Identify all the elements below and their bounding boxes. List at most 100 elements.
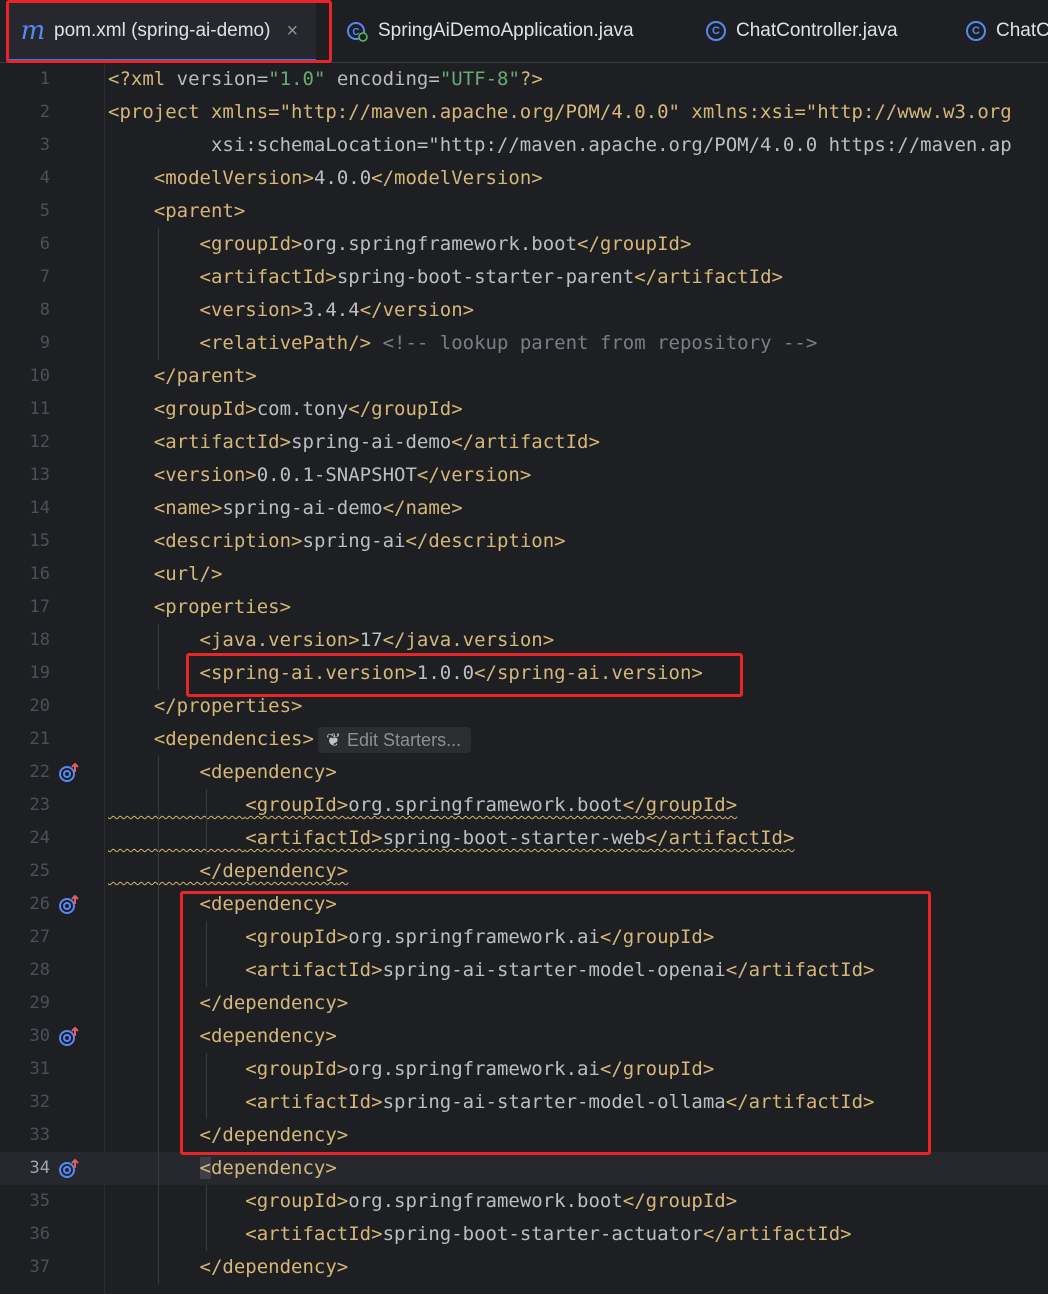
code-text: </dependency>: [199, 860, 349, 882]
code-text: <artifactId>spring-ai-starter-model-olla…: [245, 1091, 875, 1113]
code-text: <groupId>org.springframework.ai</groupId…: [245, 926, 715, 948]
line-number[interactable]: 26: [0, 888, 50, 921]
line-number[interactable]: 8: [0, 294, 50, 327]
line-number[interactable]: 19: [0, 657, 50, 690]
line-number[interactable]: 5: [0, 195, 50, 228]
tab-pom-xml[interactable]: m pom.xml (spring-ai-demo) ×: [8, 0, 317, 62]
code-text: <relativePath/> <!-- lookup parent from …: [199, 332, 818, 354]
line-number[interactable]: 16: [0, 558, 50, 591]
close-icon[interactable]: ×: [286, 20, 298, 43]
code-line[interactable]: 3 xsi:schemaLocation="http://maven.apach…: [0, 129, 1048, 162]
code-line[interactable]: 21 <dependencies> ❦ Edit Starters...: [0, 723, 1048, 756]
line-number[interactable]: 12: [0, 426, 50, 459]
line-number[interactable]: 3: [0, 129, 50, 162]
line-number[interactable]: 24: [0, 822, 50, 855]
code-line[interactable]: 4 <modelVersion>4.0.0</modelVersion>: [0, 162, 1048, 195]
code-text: <project xmlns="http://maven.apache.org/…: [108, 101, 1012, 123]
code-text: <groupId>com.tony</groupId>: [153, 398, 463, 420]
code-text: <dependencies> ❦ Edit Starters...: [108, 723, 472, 756]
line-number[interactable]: 28: [0, 954, 50, 987]
tab-label: ChatController.java: [736, 20, 898, 41]
code-line[interactable]: 14 <name>spring-ai-demo</name>: [0, 492, 1048, 525]
code-line[interactable]: 16 <url/>: [0, 558, 1048, 591]
line-number[interactable]: 27: [0, 921, 50, 954]
code-text: <dependency>: [199, 761, 337, 783]
line-number[interactable]: 17: [0, 591, 50, 624]
code-text: <dependency>: [199, 1025, 337, 1047]
line-number[interactable]: 20: [0, 690, 50, 723]
code-line[interactable]: 11 <groupId>com.tony</groupId>: [0, 393, 1048, 426]
code-text: </dependency>: [199, 992, 349, 1014]
code-text: </dependency>: [199, 1256, 349, 1278]
code-text: <version>0.0.1-SNAPSHOT</version>: [153, 464, 532, 486]
code-line[interactable]: 10 </parent>: [0, 360, 1048, 393]
line-number[interactable]: 33: [0, 1119, 50, 1152]
code-line[interactable]: 12 <artifactId>spring-ai-demo</artifactI…: [0, 426, 1048, 459]
code-text: <groupId>org.springframework.boot</group…: [199, 233, 692, 255]
code-line[interactable]: 15 <description>spring-ai</description>: [0, 525, 1048, 558]
line-number[interactable]: 23: [0, 789, 50, 822]
tab-spring-ai-demo-application[interactable]: C SpringAiDemoApplication.java: [346, 0, 634, 62]
line-number[interactable]: 7: [0, 261, 50, 294]
line-number[interactable]: 18: [0, 624, 50, 657]
code-line[interactable]: 2 <project xmlns="http://maven.apache.org…: [0, 96, 1048, 129]
code-text: <artifactId>spring-ai-starter-model-open…: [245, 959, 875, 981]
code-text: <artifactId>spring-ai-demo</artifactId>: [153, 431, 600, 453]
code-line[interactable]: 13 <version>0.0.1-SNAPSHOT</version>: [0, 459, 1048, 492]
code-text: <groupId>org.springframework.ai</groupId…: [245, 1058, 715, 1080]
code-text: <url/>: [153, 563, 223, 585]
code-text: <spring-ai.version>1.0.0</spring-ai.vers…: [199, 662, 703, 684]
code-line[interactable]: 5 <parent>: [0, 195, 1048, 228]
code-text: <?xml version="1.0" encoding="UTF-8"?>: [108, 68, 543, 90]
code-text: </dependency>: [199, 1124, 349, 1146]
line-number[interactable]: 34: [0, 1152, 50, 1185]
line-number[interactable]: 36: [0, 1218, 50, 1251]
line-number[interactable]: 22: [0, 756, 50, 789]
line-number[interactable]: 2: [0, 96, 50, 129]
code-editor[interactable]: 1 <?xml version="1.0" encoding="UTF-8"?> 2…: [0, 63, 1048, 1294]
code-text: <description>spring-ai</description>: [153, 530, 566, 552]
line-number[interactable]: 32: [0, 1086, 50, 1119]
edit-starters-button[interactable]: ❦ Edit Starters...: [317, 726, 472, 753]
tab-label: pom.xml (spring-ai-demo): [54, 20, 271, 41]
edit-starters-label: Edit Starters...: [347, 729, 462, 750]
line-number[interactable]: 35: [0, 1185, 50, 1218]
line-number[interactable]: 4: [0, 162, 50, 195]
tab-chat-overflow[interactable]: C ChatC: [966, 0, 1048, 62]
line-number[interactable]: 9: [0, 327, 50, 360]
code-text: xsi:schemaLocation="http://maven.apache.…: [108, 134, 1012, 156]
line-number[interactable]: 37: [0, 1251, 50, 1284]
line-number[interactable]: 21: [0, 723, 50, 756]
dependency-navigate-icon[interactable]: [58, 762, 79, 782]
line-number[interactable]: 14: [0, 492, 50, 525]
code-line[interactable]: 17 <properties>: [0, 591, 1048, 624]
code-text: <groupId>org.springframework.boot</group…: [245, 1190, 738, 1212]
class-icon: C: [966, 21, 986, 41]
dependency-navigate-icon[interactable]: [58, 894, 79, 914]
code-text: <dependency>: [199, 1157, 337, 1179]
line-number[interactable]: 1: [0, 63, 50, 96]
dependency-navigate-icon[interactable]: [58, 1026, 79, 1046]
code-text: <artifactId>spring-boot-starter-actuator…: [245, 1223, 852, 1245]
code-text: <name>spring-ai-demo</name>: [153, 497, 463, 519]
line-number[interactable]: 31: [0, 1053, 50, 1086]
indent-guide: [206, 1185, 207, 1251]
line-number[interactable]: 25: [0, 855, 50, 888]
code-text: <groupId>org.springframework.boot</group…: [245, 794, 738, 816]
line-number[interactable]: 13: [0, 459, 50, 492]
line-number[interactable]: 11: [0, 393, 50, 426]
code-text: <artifactId>spring-boot-starter-parent</…: [199, 266, 783, 288]
code-text: </properties>: [153, 695, 303, 717]
tab-chat-controller[interactable]: C ChatController.java: [706, 0, 898, 62]
indent-guide: [206, 1053, 207, 1119]
line-number[interactable]: 30: [0, 1020, 50, 1053]
line-number[interactable]: 15: [0, 525, 50, 558]
code-line[interactable]: 1 <?xml version="1.0" encoding="UTF-8"?>: [0, 63, 1048, 96]
line-number[interactable]: 29: [0, 987, 50, 1020]
maven-m-icon: m: [20, 16, 46, 46]
line-number[interactable]: 10: [0, 360, 50, 393]
spring-boot-class-icon: C: [346, 20, 368, 42]
line-number[interactable]: 6: [0, 228, 50, 261]
code-line[interactable]: 20 </properties>: [0, 690, 1048, 723]
dependency-navigate-icon[interactable]: [58, 1158, 79, 1178]
